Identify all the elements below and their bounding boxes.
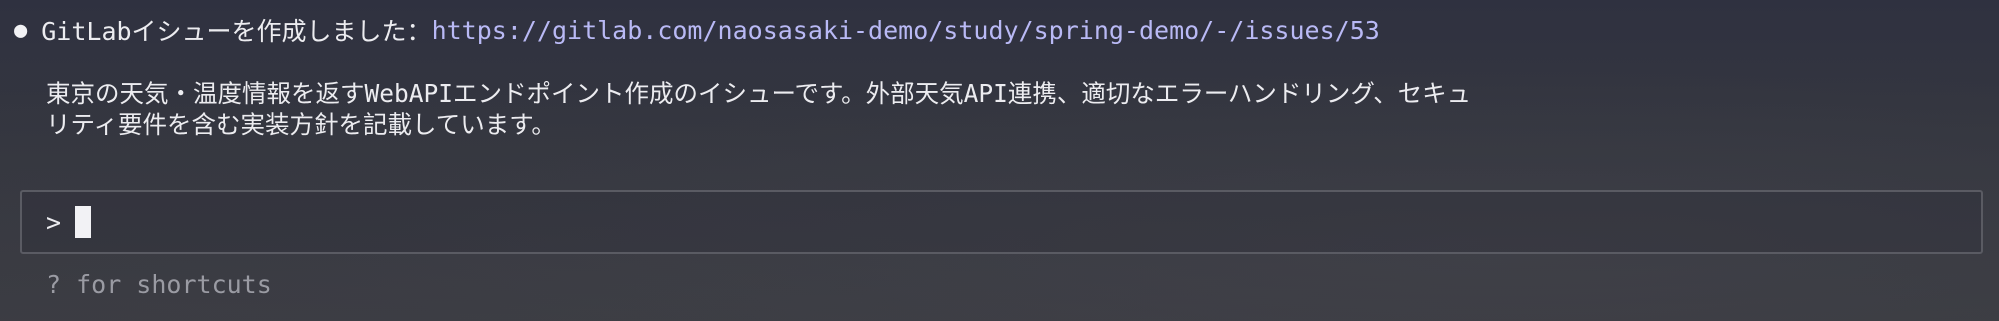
prompt-input[interactable]: > (20, 190, 1983, 254)
prompt-symbol: > (46, 207, 62, 237)
status-message: GitLabイシューを作成しました： (41, 17, 432, 46)
text-cursor (75, 206, 92, 238)
issue-link[interactable]: https://gitlab.com/naosasaki-demo/study/… (432, 16, 1380, 45)
shortcuts-hint: ? for shortcuts (46, 270, 272, 299)
status-line: ● GitLabイシューを作成しました： https://gitlab.com/… (14, 10, 1380, 50)
summary-text: 東京の天気・温度情報を返すWebAPIエンドポイント作成のイシューです。外部天気… (46, 79, 1472, 139)
bullet-icon: ● (14, 17, 28, 43)
